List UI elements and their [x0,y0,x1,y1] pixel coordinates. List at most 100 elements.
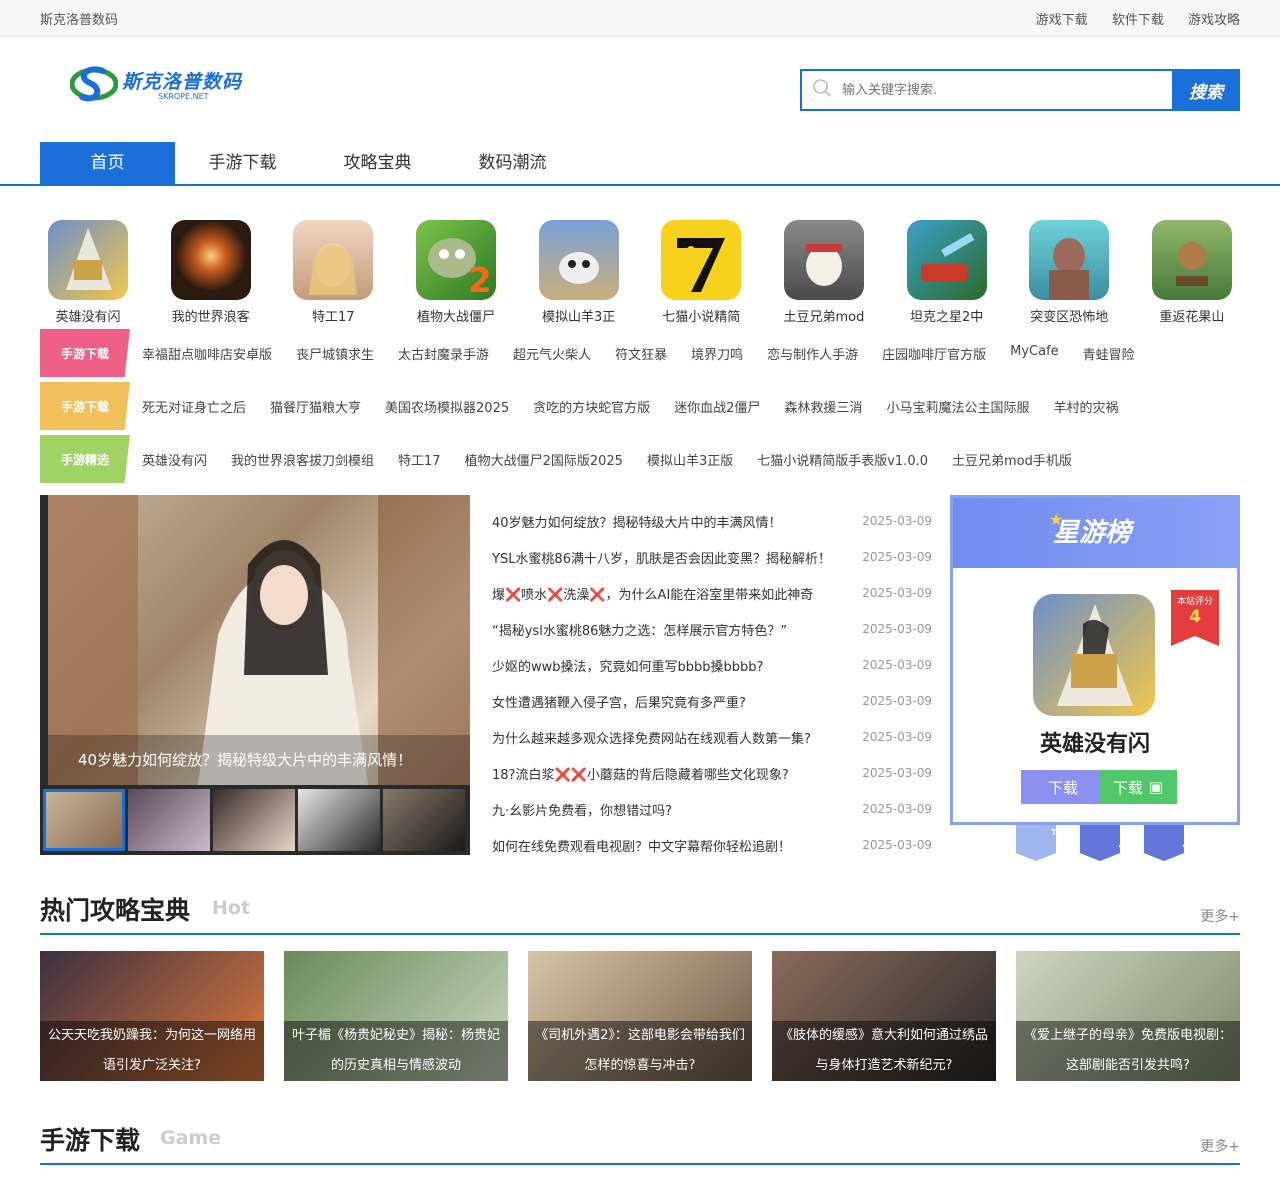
app-item[interactable]: 模拟山羊3正 [531,220,627,325]
tag-link[interactable]: 植物大战僵尸2国际版2025 [465,450,623,469]
news-item[interactable]: 少妪的wwb搡法，究竟如何重写bbbb搡bbbb? 2025-03-09 [492,647,932,683]
ranking-title: 星游榜 [1053,518,1132,548]
tag-link[interactable]: 土豆兄弟mod手机版 [952,450,1072,469]
nav-digital[interactable]: 数码潮流 [445,142,580,184]
app-item[interactable]: 重返花果山 [1144,220,1240,325]
tag-link[interactable]: 特工17 [398,450,441,469]
news-item[interactable]: YSL水蜜桃86满十八岁，肌肤是否会因此变黑？揭秘解析！ 2025-03-09 [492,539,932,575]
slider-thumb[interactable] [213,789,295,851]
site-logo[interactable]: 斯克洛普数码 SKROPE.NET [69,63,243,105]
top-link-game-download[interactable]: 游戏下载 [1036,13,1088,28]
tag-rows: 手游下载 幸福甜点咖啡店安卓版 丧尸城镇求生 太古封魔录手游 超元气火柴人 符文… [40,329,1240,483]
app-item[interactable]: 我的世界浪客 [163,220,259,325]
news-item[interactable]: 18?流白浆❌❌小蘑菇的背后隐藏着哪些文化现象? 2025-03-09 [492,755,932,791]
guide-card[interactable]: 《司机外遇2》：这部电影会带给我们怎样的惊喜与冲击? [528,951,752,1081]
slider-thumb[interactable] [298,789,380,851]
tag-label[interactable]: 手游精选 [40,435,130,483]
app-icon-row: 英雄没有闪 我的世界浪客 特工17 2 植物大战僵尸 模拟山羊3正 七猫小说精简 … [40,220,1240,325]
tag-link[interactable]: MyCafe [1010,344,1059,363]
slider-thumb[interactable] [128,789,210,851]
tag-link[interactable]: 幸福甜点咖啡店安卓版 [142,344,272,363]
guide-card[interactable]: 公天天吃我奶躁我：为何这一网络用语引发广泛关注? [40,951,264,1081]
main-feature: 40岁魅力如何绽放？揭秘特级大片中的丰满风情！ 40岁魅力如何绽放？揭秘特级大片… [40,495,1240,861]
main-nav: 首页 手游下载 攻略宝典 数码潮流 [0,142,1280,186]
rank-tab-3[interactable]: 3 [1144,825,1184,861]
ranking-game-name[interactable]: 英雄没有闪 [953,726,1237,758]
tag-link[interactable]: 英雄没有闪 [142,450,207,469]
more-link[interactable]: 更多+ [1200,1136,1240,1156]
app-item[interactable]: 特工17 [285,220,381,325]
ranking-game-icon[interactable] [1033,594,1155,716]
guide-card[interactable]: 《肢体的缓感》意大利如何通过绣品与身体打造艺术新纪元? [772,951,996,1081]
news-item[interactable]: 女性遭遇猪鞭入侵子宫，后果究竟有多严重? 2025-03-09 [492,683,932,719]
tag-link[interactable]: 恋与制作人手游 [767,344,858,363]
guide-card[interactable]: 叶子楣《杨贵妃秘史》揭秘：杨贵妃的历史真相与情感波动 [284,951,508,1081]
slider-thumb[interactable] [43,789,125,851]
rank-tab-1[interactable]: TOP 1 [1016,825,1056,861]
download-buttons: 下载 下载 ▣ [1021,770,1177,804]
slider-photo[interactable] [48,495,470,785]
app-icon [538,220,619,300]
tag-link[interactable]: 丧尸城镇求生 [296,344,374,363]
app-icon [783,220,864,300]
tag-link[interactable]: 贪吃的方块蛇官方版 [533,397,650,416]
app-item[interactable]: 土豆兄弟mod [776,220,872,325]
tag-link[interactable]: 迷你血战2僵尸 [674,397,760,416]
tag-link[interactable]: 青蛙冒险 [1083,344,1135,363]
section-title: 热门攻略宝典 [40,896,191,925]
tag-link[interactable]: 庄园咖啡厅官方版 [882,344,986,363]
tag-link[interactable]: 小马宝莉魔法公主国际服 [886,397,1029,416]
news-item[interactable]: 为什么越来越多观众选择免费网站在线观看人数第一集? 2025-03-09 [492,719,932,755]
tag-link[interactable]: 七猫小说精简版手表版v1.0.0 [757,450,928,469]
news-item[interactable]: 爆❌喷水❌洗澡❌，为什么AI能在浴室里带来如此神奇 2025-03-09 [492,575,932,611]
logo-title: 斯克洛普数码 [122,71,243,93]
ranking-panel: 星游榜 ★ 本站评分 4 英雄没有闪 下载 下载 ▣ [950,495,1240,825]
app-icon [170,220,251,300]
nav-home[interactable]: 首页 [40,142,175,184]
tag-link[interactable]: 符文狂暴 [615,344,667,363]
top-link-software-download[interactable]: 软件下载 [1112,13,1164,28]
slider-caption[interactable]: 40岁魅力如何绽放？揭秘特级大片中的丰满风情！ [78,749,412,770]
top-link-game-guide[interactable]: 游戏攻略 [1188,13,1240,28]
tag-link[interactable]: 美国农场模拟器2025 [385,397,509,416]
tag-link[interactable]: 死无对证身亡之后 [142,397,246,416]
search-button[interactable]: 搜索 [1172,69,1240,111]
news-item[interactable]: 九·幺影片免费看，你想错过吗? 2025-03-09 [492,791,932,827]
app-item[interactable]: 坦克之星2中 [899,220,995,325]
tag-link[interactable]: 森林救援三消 [784,397,862,416]
guide-card[interactable]: 《爱上继子的母亲》免费版电视剧：这部剧能否引发共鸣? [1016,951,1240,1081]
tag-link[interactable]: 模拟山羊3正版 [647,450,733,469]
top-bar: 斯克洛普数码 游戏下载 软件下载 游戏攻略 [0,0,1280,37]
ios-download-button[interactable]: 下载 [1021,770,1099,804]
app-item[interactable]: 英雄没有闪 [40,220,136,325]
search-input[interactable] [842,82,1142,98]
nav-mobile-games[interactable]: 手游下载 [175,142,310,184]
tag-link[interactable]: 猫餐厅猫粮大亨 [270,397,361,416]
news-item[interactable]: 40岁魅力如何绽放？揭秘特级大片中的丰满风情！ 2025-03-09 [492,503,932,539]
app-item[interactable]: 2 植物大战僵尸 [408,220,504,325]
app-icon [293,220,374,300]
tag-row: 手游下载 死无对证身亡之后 猫餐厅猫粮大亨 美国农场模拟器2025 贪吃的方块蛇… [40,382,1240,430]
tag-label[interactable]: 手游下载 [40,382,130,430]
android-download-button[interactable]: 下载 ▣ [1099,770,1177,804]
nav-guides[interactable]: 攻略宝典 [310,142,445,184]
more-link[interactable]: 更多+ [1200,906,1240,926]
news-item[interactable]: 如何在线免费观看电视剧？中文字幕帮你轻松追剧！ 2025-03-09 [492,827,932,863]
tag-link[interactable]: 太古封魔录手游 [398,344,489,363]
tag-link[interactable]: 超元气火柴人 [513,344,591,363]
section-hot-guides: 热门攻略宝典 Hot 更多+ 公天天吃我奶躁我：为何这一网络用语引发广泛关注? … [40,891,1240,1081]
site-name: 斯克洛普数码 [40,13,119,28]
app-item[interactable]: 七猫小说精简 [653,220,749,325]
search-box [800,69,1172,111]
tag-link[interactable]: 境界刀鸣 [691,344,743,363]
app-icon [48,220,128,300]
news-list: 40岁魅力如何绽放？揭秘特级大片中的丰满风情！ 2025-03-09 YSL水蜜桃… [492,495,932,855]
tag-link[interactable]: 我的世界浪客拔刀剑模组 [231,450,374,469]
tag-link[interactable]: 羊村的灾祸 [1053,397,1118,416]
rank-tab-2[interactable]: 2 [1080,825,1120,861]
tag-label[interactable]: 手游下载 [40,329,130,377]
app-item[interactable]: 突变区恐怖地 [1021,220,1117,325]
news-item[interactable]: “揭秘ysl水蜜桃86魅力之选：怎样展示官方特色？” 2025-03-09 [492,611,932,647]
star-icon: ★ [1049,510,1064,529]
slider-thumb[interactable] [383,789,465,851]
